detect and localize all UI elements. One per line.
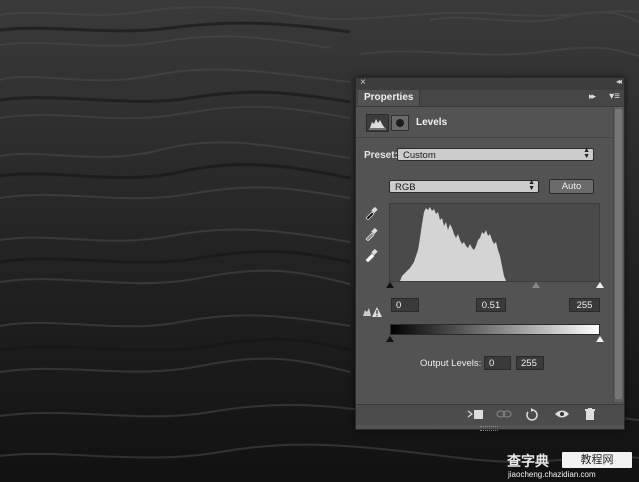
layer-mask-icon[interactable] [391, 115, 409, 131]
input-white-slider[interactable] [596, 282, 604, 288]
output-levels-label: Output Levels: [420, 358, 482, 369]
eyedropper-black-icon[interactable] [364, 206, 378, 220]
output-white-field[interactable]: 255 [516, 356, 544, 370]
watermark-url: jiaocheng.chazidian.com [508, 470, 596, 479]
adjustment-title: Levels [416, 117, 448, 128]
watermark-site: 查字典 [507, 453, 549, 469]
panel-menu-icon[interactable]: ▾≡ [609, 91, 620, 102]
warning-icon[interactable] [362, 304, 382, 318]
histogram[interactable] [389, 203, 600, 282]
tab-properties[interactable]: Properties [358, 90, 421, 106]
clip-to-layer-icon[interactable] [466, 408, 486, 423]
preset-label: Preset: [364, 150, 398, 161]
output-black-slider[interactable] [386, 336, 394, 342]
channel-value: RGB [395, 182, 416, 193]
select-arrows-icon: ▲ ▼ [528, 179, 535, 192]
input-gamma-slider[interactable] [532, 282, 540, 288]
view-previous-icon[interactable] [494, 408, 514, 423]
select-arrows-icon: ▲ ▼ [583, 147, 590, 160]
collapse-icon[interactable]: ◂◂ [616, 77, 622, 86]
properties-panel: × ◂◂ Properties ▸▸ ▾≡ Levels Preset: Cus… [355, 77, 625, 431]
output-black-field[interactable]: 0 [484, 356, 511, 370]
divider [356, 137, 613, 138]
output-gradient [390, 324, 600, 335]
scrollbar[interactable] [613, 107, 623, 402]
preset-value: Custom [403, 150, 436, 161]
panel-tab-row: Properties ▸▸ ▾≡ [356, 90, 624, 107]
eye-icon[interactable] [552, 408, 572, 423]
preset-select[interactable]: Custom ▲ ▼ [397, 147, 594, 161]
trash-icon[interactable] [580, 408, 600, 423]
panel-bottom-bar [356, 404, 624, 425]
watermark-tag: 教程网 [562, 452, 632, 468]
histogram-shape [400, 207, 506, 281]
scrollbar-thumb[interactable] [615, 109, 622, 399]
expand-icon[interactable]: ▸▸ [589, 91, 596, 102]
reset-icon[interactable] [522, 408, 542, 423]
close-icon[interactable]: × [360, 77, 366, 88]
input-white-field[interactable]: 255 [569, 298, 600, 312]
output-white-slider[interactable] [596, 336, 604, 342]
eyedropper-gray-icon[interactable] [364, 227, 378, 241]
auto-button[interactable]: Auto [549, 179, 594, 194]
input-black-slider[interactable] [386, 282, 394, 288]
input-black-field[interactable]: 0 [391, 298, 419, 312]
channel-select[interactable]: RGB ▲ ▼ [389, 179, 539, 193]
levels-adjustment-icon[interactable] [366, 114, 389, 132]
input-gamma-field[interactable]: 0.51 [476, 298, 506, 312]
resize-grip[interactable] [480, 426, 498, 431]
eyedropper-white-icon[interactable] [364, 248, 378, 262]
